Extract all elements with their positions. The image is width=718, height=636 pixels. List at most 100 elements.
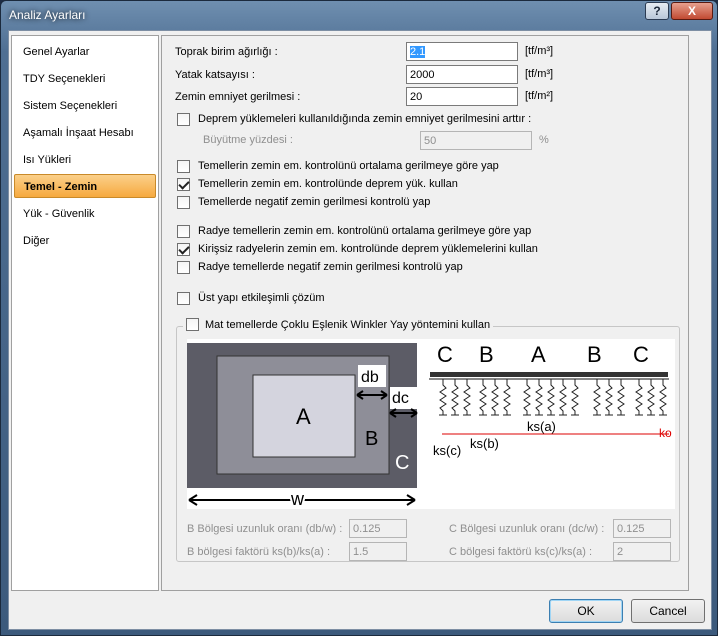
super-interaction-label: Üst yapı etkileşimli çözüm (198, 292, 325, 304)
spring-4 (491, 379, 499, 415)
close-icon: X (687, 4, 696, 18)
close-button[interactable]: X (671, 2, 713, 20)
springs-group (439, 379, 667, 416)
spring-2 (463, 379, 471, 415)
dialog-footer: OK Cancel (11, 597, 709, 629)
winkler-group: Mat temellerde Çoklu Eşlenik Winkler Yay… (176, 318, 680, 562)
spring-7 (535, 379, 543, 415)
sidebar-item-sistem[interactable]: Sistem Seçenekleri (14, 94, 156, 118)
bed-coef-input[interactable]: 2000 (406, 65, 518, 84)
c-ratio-label: C Bölgesi uzunluk oranı (dc/w) : (449, 523, 605, 535)
raft-quake-label: Kirişsiz radyelerin zemin em. kontrolünd… (198, 243, 538, 255)
zone-b-label: B (365, 428, 378, 450)
spring-16 (659, 379, 667, 415)
raft-negative-label: Radye temellerde negatif zemin gerilmesi… (198, 261, 463, 273)
section-label-b2: B (587, 342, 602, 367)
winkler-diagram: A B C db dc w C B A B C ko ks(a) ks(b) k… (187, 339, 675, 511)
help-button[interactable]: ? (645, 2, 669, 20)
raft-negative-checkbox[interactable] (177, 261, 190, 274)
spring-13 (617, 379, 625, 415)
winkler-checkbox[interactable] (186, 318, 199, 331)
section-label-c1: C (437, 342, 453, 367)
cancel-button[interactable]: Cancel (631, 599, 705, 623)
zone-c-label: C (395, 452, 409, 474)
window-title: Analiz Ayarları (9, 8, 86, 22)
sidebar-item-tdy[interactable]: TDY Seçenekleri (14, 67, 156, 91)
c-factor-label: C bölgesi faktörü ks(c)/ks(a) : (449, 546, 593, 558)
settings-sidebar: Genel Ayarlar TDY Seçenekleri Sistem Seç… (11, 35, 159, 591)
footing-negative-checkbox[interactable] (177, 196, 190, 209)
spring-11 (593, 379, 601, 415)
b-ratio-value: 0.125 (353, 523, 381, 535)
ok-button[interactable]: OK (549, 599, 623, 623)
c-factor-value: 2 (617, 546, 624, 558)
sidebar-item-isi-yukleri[interactable]: Isı Yükleri (14, 148, 156, 172)
bed-coef-value: 2000 (410, 69, 435, 81)
sidebar-item-asamali-insaat[interactable]: Aşamalı İnşaat Hesabı (14, 121, 156, 145)
growth-label: Büyütme yüzdesi : (203, 134, 293, 146)
allow-stress-value: 20 (410, 91, 423, 103)
zone-a-label: A (296, 404, 311, 429)
spring-10 (571, 379, 579, 415)
unit-weight-value: 2.1 (410, 46, 426, 58)
sidebar-item-genel-ayarlar[interactable]: Genel Ayarlar (14, 40, 156, 64)
ks-c-label: ks(c) (433, 443, 461, 458)
unit-weight-unit: [tf/m³] (525, 45, 554, 57)
settings-panel: Toprak birim ağırlığı : 2.1 [tf/m³] Yata… (161, 35, 689, 591)
spring-6 (523, 379, 531, 415)
winkler-label: Mat temellerde Çoklu Eşlenik Winkler Yay… (205, 318, 491, 331)
b-factor-input[interactable]: 1.5 (349, 542, 407, 561)
sidebar-item-temel-zemin[interactable]: Temel - Zemin (14, 174, 156, 198)
growth-unit: % (539, 134, 549, 146)
allow-stress-unit: [tf/m²] (525, 90, 554, 102)
allow-stress-label: Zemin emniyet gerilmesi : (175, 91, 301, 103)
bed-coef-label: Yatak katsayısı : (175, 69, 255, 81)
section-label-c2: C (633, 342, 649, 367)
bed-coef-unit: [tf/m³] (525, 68, 554, 80)
help-icon: ? (653, 4, 661, 18)
footing-quake-checkbox[interactable] (177, 178, 190, 191)
quake-increase-checkbox[interactable] (177, 113, 190, 126)
footing-quake-label: Temellerin zemin em. kontrolünde deprem … (198, 178, 458, 190)
db-label: db (361, 369, 379, 386)
quake-increase-label: Deprem yüklemeleri kullanıldığında zemin… (198, 113, 532, 125)
spring-8 (547, 379, 555, 415)
section-label-b1: B (479, 342, 494, 367)
c-factor-input[interactable]: 2 (613, 542, 671, 561)
b-factor-value: 1.5 (353, 546, 369, 558)
b-ratio-input[interactable]: 0.125 (349, 519, 407, 538)
spring-9 (559, 379, 567, 415)
spring-14 (635, 379, 643, 415)
spring-12 (605, 379, 613, 415)
raft-quake-checkbox[interactable] (177, 243, 190, 256)
section-slab (430, 372, 668, 377)
b-ratio-label: B Bölgesi uzunluk oranı (db/w) : (187, 523, 343, 535)
ks-a-label: ks(a) (527, 419, 556, 434)
sidebar-item-diger[interactable]: Diğer (14, 229, 156, 253)
footing-negative-label: Temellerde negatif zemin gerilmesi kontr… (198, 196, 431, 208)
allow-stress-input[interactable]: 20 (406, 87, 518, 106)
dialog-client: Genel Ayarlar TDY Seçenekleri Sistem Seç… (8, 30, 712, 630)
spring-15 (647, 379, 655, 415)
footing-avg-label: Temellerin zemin em. kontrolünü ortalama… (198, 160, 499, 172)
winkler-diagram-svg: A B C db dc w C B A B C ko ks(a) ks(b) k… (187, 342, 672, 511)
winkler-group-header: Mat temellerde Çoklu Eşlenik Winkler Yay… (183, 318, 494, 331)
spring-5 (503, 379, 511, 415)
c-ratio-input[interactable]: 0.125 (613, 519, 671, 538)
ko-label: ko (659, 426, 672, 440)
sidebar-item-yuk-guvenlik[interactable]: Yük - Güvenlik (14, 202, 156, 226)
unit-weight-input[interactable]: 2.1 (406, 42, 518, 61)
spring-0 (439, 379, 447, 415)
dc-label: dc (392, 390, 409, 407)
unit-weight-label: Toprak birim ağırlığı : (175, 46, 278, 58)
raft-avg-label: Radye temellerin zemin em. kontrolünü or… (198, 225, 532, 237)
growth-input[interactable]: 50 (420, 131, 532, 150)
super-interaction-checkbox[interactable] (177, 292, 190, 305)
dialog-window: Analiz Ayarları ? X Genel Ayarlar TDY Se… (0, 0, 718, 636)
ks-b-label: ks(b) (470, 436, 499, 451)
footing-avg-checkbox[interactable] (177, 160, 190, 173)
raft-avg-checkbox[interactable] (177, 225, 190, 238)
spring-3 (479, 379, 487, 415)
title-bar[interactable]: Analiz Ayarları ? X (1, 1, 717, 29)
b-factor-label: B bölgesi faktörü ks(b)/ks(a) : (187, 546, 331, 558)
